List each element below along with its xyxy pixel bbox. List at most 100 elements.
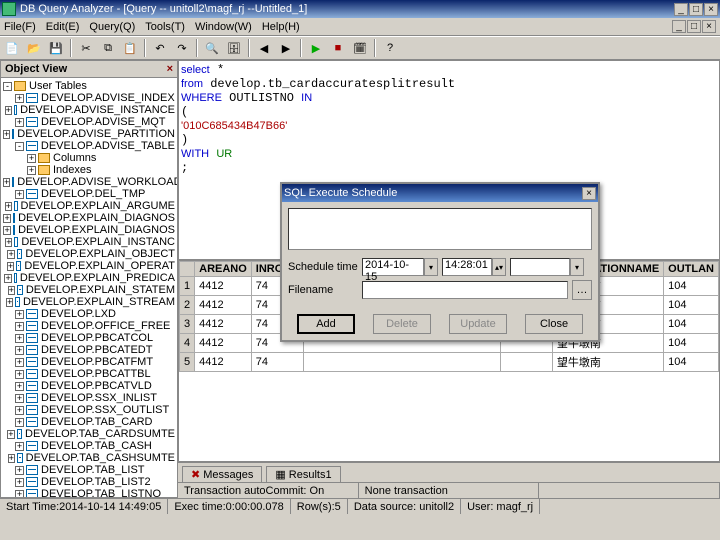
schedule-time-label: Schedule time [288, 261, 358, 273]
dropdown-icon[interactable]: ▾ [570, 258, 584, 276]
tree-node[interactable]: +DEVELOP.EXPLAIN_PREDICA [3, 272, 175, 284]
schedule-time-input[interactable]: 14:28:01 [442, 258, 492, 276]
mdi-close-button[interactable]: × [702, 20, 716, 33]
tree-node[interactable]: +Columns [3, 152, 175, 164]
dropdown-icon[interactable]: ▾ [424, 258, 438, 276]
tab-results[interactable]: ▦Results1 [266, 466, 340, 482]
tree-node[interactable]: +DEVELOP.SSX_OUTLIST [3, 404, 175, 416]
browse-button[interactable]: … [572, 280, 592, 300]
tree-node[interactable]: +DEVELOP.ADVISE_MQT [3, 116, 175, 128]
tree-node[interactable]: +DEVELOP.PBCATFMT [3, 356, 175, 368]
tree-node[interactable]: +DEVELOP.EXPLAIN_DIAGNOS [3, 212, 175, 224]
tree-node[interactable]: +DEVELOP.ADVISE_WORKLOAD [3, 176, 175, 188]
update-button[interactable]: Update [449, 314, 507, 334]
tree-node[interactable]: +DEVELOP.TAB_CASHSUMTE [3, 452, 175, 464]
mdi-minimize-button[interactable]: _ [672, 20, 686, 33]
redo-button[interactable]: ↷ [172, 38, 192, 58]
find-button[interactable]: 🔍 [202, 38, 222, 58]
status-ds: Data source: unitoll2 [348, 499, 461, 514]
app-titlebar: DB Query Analyzer - [Query -- unitoll2\m… [0, 0, 720, 18]
open-button[interactable]: 📂 [24, 38, 44, 58]
tree-node[interactable]: -DEVELOP.ADVISE_TABLE [3, 140, 175, 152]
copy-button[interactable]: ⧉ [98, 38, 118, 58]
prev-button[interactable]: ◀ [254, 38, 274, 58]
filename-label: Filename [288, 284, 358, 296]
statusbar: Start Time:2014-10-14 14:49:05 Exec time… [0, 498, 720, 514]
table-row[interactable]: 5441274望牛墩南104 [180, 353, 719, 372]
app-icon [2, 2, 16, 16]
tree-node[interactable]: +DEVELOP.OFFICE_FREE [3, 320, 175, 332]
mdi-restore-button[interactable]: □ [687, 20, 701, 33]
tree-node[interactable]: +DEVELOP.EXPLAIN_STATEM [3, 284, 175, 296]
tab-messages[interactable]: ✖Messages [182, 466, 262, 482]
tree-node[interactable]: +DEVELOP.EXPLAIN_STREAM [3, 296, 175, 308]
menu-edit[interactable]: Edit(E) [46, 21, 80, 33]
tree-node[interactable]: +DEVELOP.PBCATEDT [3, 344, 175, 356]
menu-window[interactable]: Window(W) [195, 21, 252, 33]
tree-node[interactable]: +DEVELOP.TAB_LISTNO [3, 488, 175, 497]
tree-node[interactable]: +DEVELOP.LXD [3, 308, 175, 320]
schedule-button[interactable]: 🗓 [350, 38, 370, 58]
object-view-title: Object View [5, 63, 67, 75]
tree-node[interactable]: +DEVELOP.TAB_CARDSUMTE [3, 428, 175, 440]
minimize-button[interactable]: _ [674, 3, 688, 16]
status-start: Start Time:2014-10-14 14:49:05 [0, 499, 168, 514]
cut-button[interactable]: ✂ [76, 38, 96, 58]
status-autocommit: Transaction autoCommit: On [178, 483, 359, 498]
close-dialog-button[interactable]: Close [525, 314, 583, 334]
save-button[interactable]: 💾 [46, 38, 66, 58]
tree-node[interactable]: +DEVELOP.DEL_TMP [3, 188, 175, 200]
tree-node[interactable]: +DEVELOP.TAB_LIST2 [3, 476, 175, 488]
tree-node[interactable]: +Indexes [3, 164, 175, 176]
close-button[interactable]: × [704, 3, 718, 16]
status-exec: Exec time:0:00:00.078 [168, 499, 290, 514]
new-button[interactable]: 📄 [2, 38, 22, 58]
delete-button[interactable]: Delete [373, 314, 431, 334]
filename-input[interactable] [362, 281, 568, 299]
tree-node[interactable]: +DEVELOP.PBCATVLD [3, 380, 175, 392]
object-tree[interactable]: -User Tables+DEVELOP.ADVISE_INDEX+DEVELO… [1, 78, 177, 497]
menu-help[interactable]: Help(H) [262, 21, 300, 33]
tree-node[interactable]: +DEVELOP.TAB_CASH [3, 440, 175, 452]
result-tabs: ✖Messages ▦Results1 [178, 462, 720, 482]
schedule-listbox[interactable] [288, 208, 592, 250]
next-button[interactable]: ▶ [276, 38, 296, 58]
tree-node[interactable]: +DEVELOP.EXPLAIN_OPERAT [3, 260, 175, 272]
tree-node[interactable]: +DEVELOP.EXPLAIN_OBJECT [3, 248, 175, 260]
execute-button[interactable]: ▶ [306, 38, 326, 58]
help-button[interactable]: ? [380, 38, 400, 58]
db-button[interactable]: 🗄 [224, 38, 244, 58]
menubar: File(F) Edit(E) Query(Q) Tools(T) Window… [0, 18, 720, 36]
dialog-close-icon[interactable]: × [582, 187, 596, 200]
object-view-panel: Object View × -User Tables+DEVELOP.ADVIS… [0, 60, 178, 498]
tree-node[interactable]: +DEVELOP.PBCATCOL [3, 332, 175, 344]
tree-node[interactable]: +DEVELOP.SSX_INLIST [3, 392, 175, 404]
object-view-header: Object View × [1, 61, 177, 78]
object-view-close-icon[interactable]: × [167, 63, 173, 75]
app-title: DB Query Analyzer - [Query -- unitoll2\m… [20, 3, 307, 15]
schedule-ext-input[interactable] [510, 258, 570, 276]
stop-button[interactable]: ■ [328, 38, 348, 58]
paste-button[interactable]: 📋 [120, 38, 140, 58]
menu-query[interactable]: Query(Q) [89, 21, 135, 33]
tree-node[interactable]: +DEVELOP.ADVISE_PARTITION [3, 128, 175, 140]
toolbar: 📄 📂 💾 ✂ ⧉ 📋 ↶ ↷ 🔍 🗄 ◀ ▶ ▶ ■ 🗓 ? [0, 36, 720, 60]
status-txn: None transaction [359, 483, 540, 498]
add-button[interactable]: Add [297, 314, 355, 334]
tree-node[interactable]: +DEVELOP.TAB_LIST [3, 464, 175, 476]
schedule-date-input[interactable]: 2014-10-15 [362, 258, 424, 276]
tree-node[interactable]: +DEVELOP.ADVISE_INDEX [3, 92, 175, 104]
undo-button[interactable]: ↶ [150, 38, 170, 58]
tree-node[interactable]: +DEVELOP.EXPLAIN_DIAGNOS [3, 224, 175, 236]
maximize-button[interactable]: □ [689, 3, 703, 16]
tree-node[interactable]: +DEVELOP.TAB_CARD [3, 416, 175, 428]
menu-tools[interactable]: Tools(T) [145, 21, 185, 33]
tree-node[interactable]: +DEVELOP.EXPLAIN_ARGUME [3, 200, 175, 212]
tree-node[interactable]: +DEVELOP.PBCATTBL [3, 368, 175, 380]
menu-file[interactable]: File(F) [4, 21, 36, 33]
spinner-icon[interactable]: ▴▾ [492, 258, 506, 276]
sql-schedule-dialog: SQL Execute Schedule × Schedule time 201… [280, 182, 600, 342]
tree-node[interactable]: +DEVELOP.ADVISE_INSTANCE [3, 104, 175, 116]
tree-node[interactable]: -User Tables [3, 80, 175, 92]
tree-node[interactable]: +DEVELOP.EXPLAIN_INSTANC [3, 236, 175, 248]
